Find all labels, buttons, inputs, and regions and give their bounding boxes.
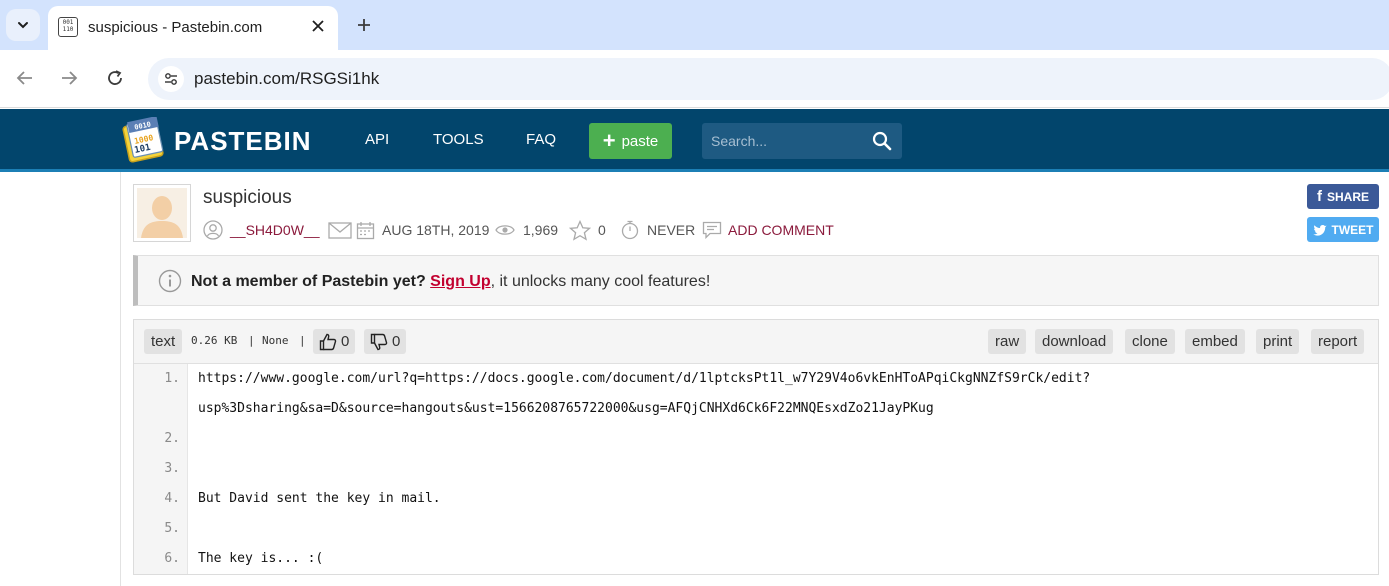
comment-meta: ADD COMMENT xyxy=(702,218,834,242)
share-twitter-button[interactable]: TWEET xyxy=(1307,217,1379,242)
stars-meta: 0 xyxy=(569,218,606,242)
plus-icon: + xyxy=(602,128,616,153)
code-line-wrap: usp%3Dsharing&sa=D&source=hangouts&ust=1… xyxy=(198,401,934,416)
paste-title: suspicious xyxy=(203,187,292,208)
view-count: 1,969 xyxy=(523,222,559,238)
twitter-icon xyxy=(1312,224,1326,236)
clone-button[interactable]: clone xyxy=(1125,329,1175,354)
browser-tab[interactable]: 001 110 suspicious - Pastebin.com xyxy=(48,6,338,50)
browser-toolbar: pastebin.com/RSGSi1hk xyxy=(0,50,1389,108)
like-button[interactable]: 0 xyxy=(313,329,356,354)
paste-size: 0.26 KB xyxy=(191,334,238,347)
browser-tabstrip: 001 110 suspicious - Pastebin.com xyxy=(0,0,1389,50)
star-count: 0 xyxy=(598,222,606,238)
download-button[interactable]: download xyxy=(1035,329,1114,354)
url-text[interactable]: pastebin.com/RSGSi1hk xyxy=(194,69,379,89)
author-link[interactable]: __SH4D0W__ xyxy=(230,222,320,238)
paste-code-box: text 0.26 KB | None | 0 0 raw download c… xyxy=(133,319,1379,575)
date-meta: AUG 18TH, 2019 xyxy=(356,218,489,242)
syntax-badge[interactable]: text xyxy=(144,329,183,354)
paste-category: None xyxy=(262,334,289,347)
line-number: 2. xyxy=(164,431,180,446)
new-paste-button[interactable]: + paste xyxy=(589,123,672,159)
code-line: https://www.google.com/url?q=https://doc… xyxy=(198,371,1091,386)
back-button[interactable] xyxy=(11,64,39,92)
comment-icon xyxy=(702,221,722,239)
share-facebook-button[interactable]: f SHARE xyxy=(1307,184,1379,209)
mail-icon[interactable] xyxy=(327,221,352,239)
report-button[interactable]: report xyxy=(1311,329,1365,354)
author-meta: __SH4D0W__ xyxy=(203,218,352,242)
eye-icon xyxy=(495,225,515,235)
thumbs-down-icon xyxy=(370,333,388,350)
add-comment-link[interactable]: ADD COMMENT xyxy=(728,222,834,238)
thumbs-up-icon xyxy=(319,333,337,350)
site-info-button[interactable] xyxy=(158,66,184,92)
address-bar[interactable]: pastebin.com/RSGSi1hk xyxy=(148,58,1389,100)
pastebin-logo-icon[interactable]: 1000 101 0010 xyxy=(122,117,166,163)
code-line: The key is... :( xyxy=(198,551,324,566)
line-number: 5. xyxy=(164,521,180,536)
code-line: But David sent the key in mail. xyxy=(198,491,441,506)
line-number: 3. xyxy=(164,461,180,476)
calendar-icon xyxy=(356,221,375,239)
star-icon[interactable] xyxy=(569,219,591,241)
tab-close-button[interactable] xyxy=(306,14,330,38)
line-number: 4. xyxy=(164,491,180,506)
info-icon xyxy=(158,269,182,293)
pastebin-favicon-icon: 001 110 xyxy=(58,17,78,37)
header-separator: | xyxy=(248,334,255,347)
notice-lead: Not a member of Pastebin yet? xyxy=(191,273,426,290)
signup-link[interactable]: Sign Up xyxy=(430,273,490,290)
line-number-gutter: 1. 2. 3. 4. 5. 6. xyxy=(134,364,188,574)
plus-icon xyxy=(358,19,370,31)
line-number: 1. xyxy=(164,371,180,386)
dislike-button[interactable]: 0 xyxy=(364,329,407,354)
facebook-icon: f xyxy=(1316,188,1322,205)
user-avatar-icon xyxy=(137,188,187,238)
forward-button[interactable] xyxy=(55,64,83,92)
print-button[interactable]: print xyxy=(1256,329,1300,354)
like-count: 0 xyxy=(341,333,350,350)
user-icon xyxy=(203,220,223,240)
search-input[interactable] xyxy=(702,123,862,159)
search-icon[interactable] xyxy=(872,131,892,151)
share-twitter-label: TWEET xyxy=(1331,222,1374,237)
share-facebook-label: SHARE xyxy=(1326,189,1369,204)
new-tab-button[interactable] xyxy=(350,11,378,39)
tune-icon xyxy=(165,73,177,85)
expiry-value: NEVER xyxy=(647,222,696,238)
arrow-left-icon xyxy=(16,71,32,85)
chevron-down-icon xyxy=(18,22,28,29)
pastebin-brand[interactable]: PASTEBIN xyxy=(174,126,312,157)
search-box xyxy=(702,123,902,159)
raw-button[interactable]: raw xyxy=(988,329,1027,354)
author-avatar[interactable] xyxy=(133,184,191,242)
timer-icon xyxy=(621,220,639,240)
tab-title: suspicious - Pastebin.com xyxy=(88,19,263,36)
header-separator: | xyxy=(299,334,306,347)
reload-icon xyxy=(108,70,122,85)
line-number: 6. xyxy=(164,551,180,566)
embed-button[interactable]: embed xyxy=(1185,329,1245,354)
sidebar-divider xyxy=(120,172,121,586)
paste-date: AUG 18TH, 2019 xyxy=(382,222,490,238)
nav-api[interactable]: API xyxy=(365,131,389,148)
nav-tools[interactable]: TOOLS xyxy=(433,131,484,148)
code-header: text 0.26 KB | None | 0 0 raw download c… xyxy=(134,320,1378,364)
signup-notice: Not a member of Pastebin yet? Sign Up, i… xyxy=(133,255,1379,306)
reload-button[interactable] xyxy=(101,64,129,92)
notice-tail: , it unlocks many cool features! xyxy=(490,273,711,290)
views-meta: 1,969 xyxy=(495,218,558,242)
expiry-meta: NEVER xyxy=(620,218,695,242)
nav-faq[interactable]: FAQ xyxy=(526,131,556,148)
arrow-right-icon xyxy=(62,71,78,85)
close-icon xyxy=(312,20,324,32)
notice-text: Not a member of Pastebin yet? Sign Up, i… xyxy=(191,273,710,291)
new-paste-label: paste xyxy=(621,132,659,150)
tab-search-button[interactable] xyxy=(6,9,40,41)
dislike-count: 0 xyxy=(392,333,401,350)
pastebin-header: 1000 101 0010 PASTEBIN API TOOLS FAQ + p… xyxy=(0,109,1389,172)
